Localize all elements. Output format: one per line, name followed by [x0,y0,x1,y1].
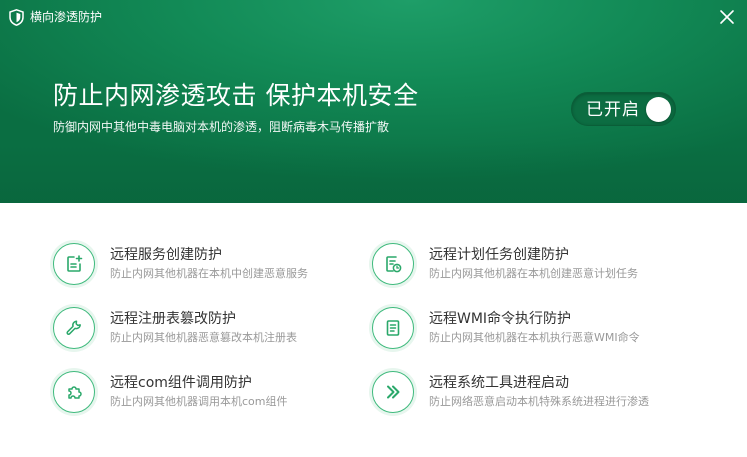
feature-title: 远程计划任务创建防护 [429,247,569,263]
feature-remote-service: 远程服务创建防护 防止内网其他机器在本机中创建恶意服务 [53,243,373,289]
feature-title: 远程com组件调用防护 [110,375,252,391]
service-add-icon [53,243,95,285]
feature-description: 防止内网其他机器恶意篡改本机注册表 [110,331,297,344]
feature-description: 防止内网其他机器在本机中创建恶意服务 [110,267,308,280]
close-icon[interactable] [718,8,736,26]
feature-remote-scheduled-task: 远程计划任务创建防护 防止内网其他机器在本机创建恶意计划任务 [372,243,692,289]
feature-description: 防止网络恶意启动本机特殊系统进程进行渗透 [429,395,649,408]
feature-remote-registry: 远程注册表篡改防护 防止内网其他机器恶意篡改本机注册表 [53,307,373,353]
puzzle-icon [53,371,95,413]
feature-title: 远程系统工具进程启动 [429,375,569,391]
page-subheadline: 防御内网中其他中毒电脑对本机的渗透，阻断病毒木马传播扩散 [53,120,390,134]
document-icon [372,307,414,349]
feature-list: 远程服务创建防护 防止内网其他机器在本机中创建恶意服务 远程计划任务创建防护 防… [0,203,747,457]
page-headline: 防止内网渗透攻击 保护本机安全 [53,81,419,110]
feature-remote-wmi: 远程WMI命令执行防护 防止内网其他机器在本机执行恶意WMI命令 [372,307,692,353]
feature-description: 防止内网其他机器在本机执行恶意WMI命令 [429,331,640,344]
feature-remote-system-tool: 远程系统工具进程启动 防止网络恶意启动本机特殊系统进程进行渗透 [372,371,692,417]
feature-title: 远程服务创建防护 [110,247,222,263]
protection-toggle[interactable]: 已开启 [571,92,676,126]
feature-title: 远程WMI命令执行防护 [429,311,572,327]
feature-description: 防止内网其他机器调用本机com组件 [110,395,288,408]
wrench-icon [53,307,95,349]
feature-description: 防止内网其他机器在本机创建恶意计划任务 [429,267,638,280]
shield-icon [9,8,24,26]
double-chevron-icon [372,371,414,413]
toggle-label: 已开启 [586,100,640,120]
feature-remote-com: 远程com组件调用防护 防止内网其他机器调用本机com组件 [53,371,373,417]
header-banner: 横向渗透防护 防止内网渗透攻击 保护本机安全 防御内网中其他中毒电脑对本机的渗透… [0,0,747,203]
toggle-knob [646,97,671,122]
feature-title: 远程注册表篡改防护 [110,311,236,327]
scheduled-task-icon [372,243,414,285]
window-title: 横向渗透防护 [30,10,103,24]
title-bar: 横向渗透防护 [9,8,102,26]
